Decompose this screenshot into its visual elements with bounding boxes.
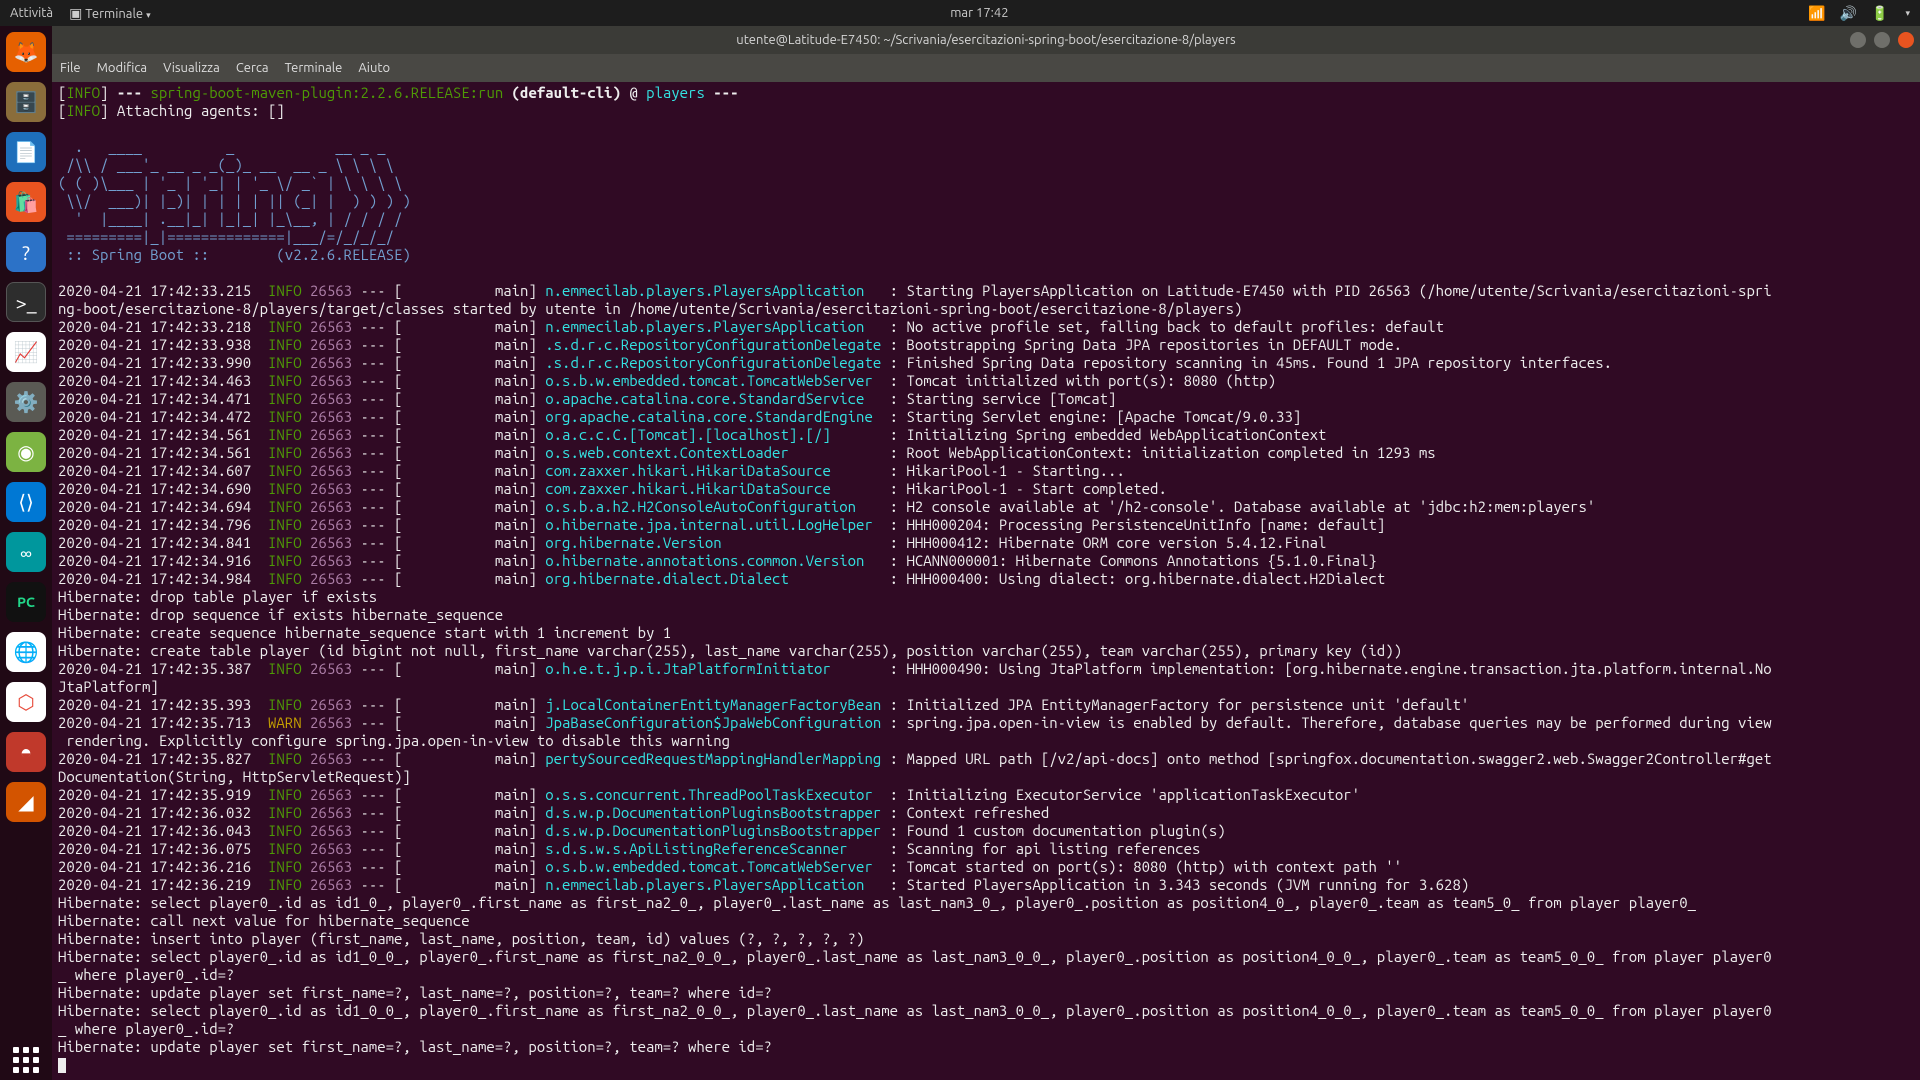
activities-button[interactable]: Attività	[10, 6, 53, 20]
clock[interactable]: mar 17:42	[151, 6, 1809, 20]
terminal-menu-icon: ▣	[69, 5, 82, 21]
battery-icon[interactable]: 🔋	[1871, 5, 1888, 22]
app-red-icon[interactable]: ◓	[6, 732, 46, 772]
show-applications-icon[interactable]	[6, 1040, 46, 1080]
firefox-icon[interactable]: 🦊	[6, 32, 46, 72]
minimize-button[interactable]	[1850, 32, 1866, 48]
terminal-output[interactable]: [INFO] --- spring-boot-maven-plugin:2.2.…	[52, 82, 1920, 1080]
ubuntu-dock: 🦊 🗄️ 📄 🛍️ ? >_ 📈 ⚙️ ◉ ⟨⟩ ∞ PC 🌐 ⬡ ◓ ◢	[0, 26, 52, 1080]
window-titlebar[interactable]: utente@Latitude-E7450: ~/Scrivania/eserc…	[52, 26, 1920, 54]
files-icon[interactable]: 🗄️	[6, 82, 46, 122]
system-menu-chevron-icon[interactable]: ▾	[1905, 8, 1910, 19]
window-title: utente@Latitude-E7450: ~/Scrivania/eserc…	[52, 33, 1920, 47]
network-icon[interactable]: 📶	[1808, 5, 1825, 22]
app-menu[interactable]: ▣ Terminale▾	[69, 5, 151, 22]
ubuntu-software-icon[interactable]: 🛍️	[6, 182, 46, 222]
app-orange-icon[interactable]: ◢	[6, 782, 46, 822]
arduino-icon[interactable]: ∞	[6, 532, 46, 572]
gnome-topbar: Attività ▣ Terminale▾ mar 17:42 📶 🔊 🔋 ▾	[0, 0, 1920, 26]
libreoffice-writer-icon[interactable]: 📄	[6, 132, 46, 172]
app-box-icon[interactable]: ⬡	[6, 682, 46, 722]
vscode-icon[interactable]: ⟨⟩	[6, 482, 46, 522]
volume-icon[interactable]: 🔊	[1840, 5, 1857, 22]
menu-terminal[interactable]: Terminale	[285, 61, 343, 75]
menu-file[interactable]: File	[60, 61, 81, 75]
maximize-button[interactable]	[1874, 32, 1890, 48]
pycharm-icon[interactable]: PC	[6, 582, 46, 622]
menu-search[interactable]: Cerca	[236, 61, 269, 75]
menu-edit[interactable]: Modifica	[97, 61, 147, 75]
terminal-menubar: File Modifica Visualizza Cerca Terminale…	[52, 54, 1920, 82]
settings-icon[interactable]: ⚙️	[6, 382, 46, 422]
help-icon[interactable]: ?	[6, 232, 46, 272]
chrome-icon[interactable]: 🌐	[6, 632, 46, 672]
terminal-icon[interactable]: >_	[6, 282, 46, 322]
menu-view[interactable]: Visualizza	[163, 61, 220, 75]
app-green-icon[interactable]: ◉	[6, 432, 46, 472]
menu-help[interactable]: Aiuto	[358, 61, 390, 75]
close-button[interactable]	[1898, 32, 1914, 48]
system-monitor-icon[interactable]: 📈	[6, 332, 46, 372]
terminal-window: utente@Latitude-E7450: ~/Scrivania/eserc…	[52, 26, 1920, 1080]
